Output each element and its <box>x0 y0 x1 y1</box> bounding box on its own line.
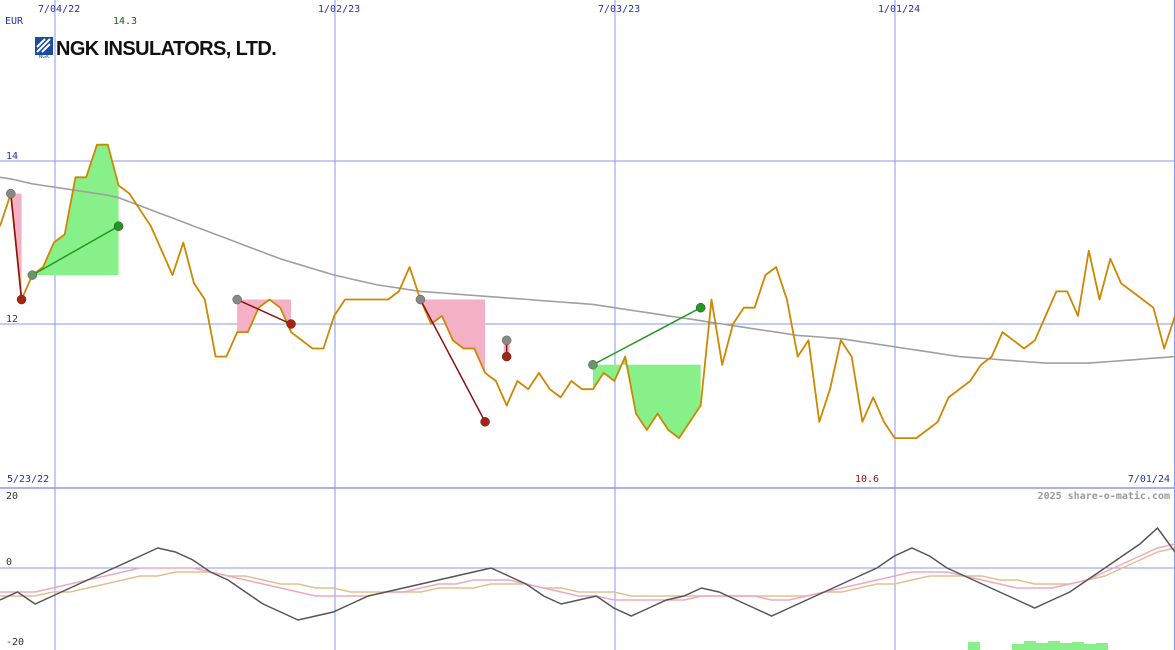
osc-bar-1 <box>968 642 980 650</box>
company-logo: NGK NGK INSULATORS, LTD. <box>35 37 277 60</box>
date-label-3: 7/03/23 <box>598 4 640 15</box>
osc-bar-4 <box>1036 643 1048 650</box>
osc-bar-3 <box>1024 641 1036 650</box>
date-label-2: 1/02/23 <box>318 4 360 15</box>
osc-bar-5 <box>1048 641 1060 650</box>
trade-entry-marker-2 <box>27 270 38 280</box>
price-min-label: 10.6 <box>855 474 879 485</box>
trade-exit-marker-4 <box>480 417 490 427</box>
trade-entry-marker-4 <box>415 294 426 305</box>
y-tick-label-14: 14 <box>6 151 18 162</box>
currency-label: EUR <box>5 16 24 27</box>
copyright-label: 2025 share-o-matic.com <box>1038 490 1170 502</box>
osc-bar-6 <box>1060 643 1072 650</box>
date-label-4: 1/01/24 <box>878 4 920 15</box>
osc-bar-2 <box>1012 644 1024 650</box>
range-start-label: 5/23/22 <box>7 474 49 485</box>
trade-exit-marker-6 <box>695 302 706 313</box>
osc-tick-label-20: 20 <box>6 491 18 502</box>
trade-exit-marker-2 <box>113 221 124 231</box>
trade-entry-marker-1 <box>6 188 16 199</box>
osc-bar-9 <box>1096 643 1108 650</box>
osc-bar-7 <box>1072 642 1084 650</box>
range-end-label: 7/01/24 <box>1128 474 1170 485</box>
trade-entry-marker-3 <box>232 294 242 305</box>
trade-exit-marker-3 <box>286 319 296 329</box>
date-label-1: 7/04/22 <box>38 4 80 15</box>
osc-bar-8 <box>1084 644 1096 650</box>
y-tick-label-12: 12 <box>6 314 18 325</box>
trade-entry-marker-5 <box>501 335 512 346</box>
osc-tick-label-0: 0 <box>6 557 12 568</box>
trade-exit-marker-5 <box>501 351 512 362</box>
price-max-label: 14.3 <box>113 16 137 27</box>
company-name: NGK INSULATORS, LTD. <box>56 38 276 60</box>
trade-entry-marker-6 <box>588 360 598 370</box>
logo-mark-text: NGK <box>39 54 51 60</box>
chart-root: NGK NGK INSULATORS, LTD. EUR 14.3 10.6 5… <box>0 0 1175 650</box>
trade-exit-marker-1 <box>16 294 27 305</box>
osc-tick-label-neg20: -20 <box>6 637 24 648</box>
